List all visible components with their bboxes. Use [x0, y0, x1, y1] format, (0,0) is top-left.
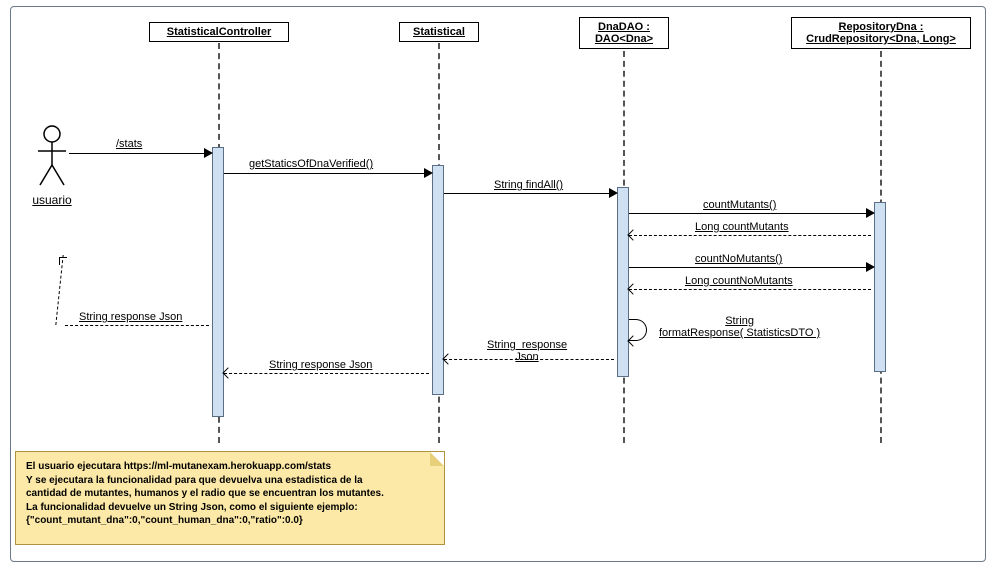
actor-usuario: usuario — [27, 125, 77, 207]
arrow-return-json-3 — [65, 325, 209, 326]
arrow-stats — [69, 153, 209, 154]
arrowhead — [866, 208, 875, 218]
note-line: cantidad de mutantes, humanos y el radio… — [26, 487, 434, 501]
participant-repository-dna: RepositoryDna : CrudRepository<Dna, Long… — [791, 17, 971, 49]
activation-statistical — [432, 165, 444, 395]
activation-dna-dao — [617, 187, 629, 377]
msg-return-countnomutants: Long countNoMutants — [685, 275, 793, 287]
arrowhead — [424, 168, 433, 178]
msg-getstatics: getStaticsOfDnaVerified() — [249, 158, 373, 170]
note-fold-icon — [430, 452, 444, 466]
msg-return-json-2: String response Json — [269, 359, 372, 371]
arrowhead — [609, 188, 618, 198]
msg-return-json-1: String response Json — [487, 339, 567, 363]
arrow-return-json-2 — [224, 373, 429, 374]
arrow-return-countnomutants — [629, 289, 871, 290]
arrow-getstatics — [224, 173, 429, 174]
arrow-diag-segment — [55, 255, 63, 325]
arrowhead — [866, 262, 875, 272]
participant-statistical-controller: StatisticalController — [149, 22, 289, 42]
arrowhead — [627, 229, 638, 240]
arrowhead — [442, 353, 453, 364]
stick-figure-icon — [34, 125, 70, 189]
msg-findall: String findAll() — [494, 179, 563, 191]
activation-statistical-controller — [212, 147, 224, 417]
msg-stats: /stats — [116, 138, 142, 150]
participant-dna-dao: DnaDAO : DAO<Dna> — [579, 17, 669, 49]
arrow-findall — [444, 193, 614, 194]
note-line: Y se ejecutara la funcionalidad para que… — [26, 474, 434, 488]
diagram-note: El usuario ejecutara https://ml-mutanexa… — [15, 451, 445, 545]
arrowhead — [627, 283, 638, 294]
msg-countmutants: countMutants() — [703, 199, 776, 211]
msg-return-countmutants: Long countMutants — [695, 221, 789, 233]
arrow-return-countmutants — [629, 235, 871, 236]
arrow-countnomutants — [629, 267, 871, 268]
note-line: {"count_mutant_dna":0,"count_human_dna":… — [26, 514, 434, 528]
note-line: La funcionalidad devuelve un String Json… — [26, 501, 434, 515]
activation-repository-dna — [874, 202, 886, 372]
note-line: El usuario ejecutara https://ml-mutanexa… — [26, 460, 434, 474]
msg-return-json-3: String response Json — [79, 311, 182, 323]
arrowhead — [204, 148, 213, 158]
arrow-countmutants — [629, 213, 871, 214]
msg-formatresponse: String formatResponse( StatisticsDTO ) — [659, 315, 820, 339]
msg-countnomutants: countNoMutants() — [695, 253, 782, 265]
participant-statistical: Statistical — [399, 22, 479, 42]
arrowhead — [222, 367, 233, 378]
actor-label: usuario — [27, 193, 77, 207]
diagram-frame: StatisticalController Statistical DnaDAO… — [10, 6, 986, 562]
